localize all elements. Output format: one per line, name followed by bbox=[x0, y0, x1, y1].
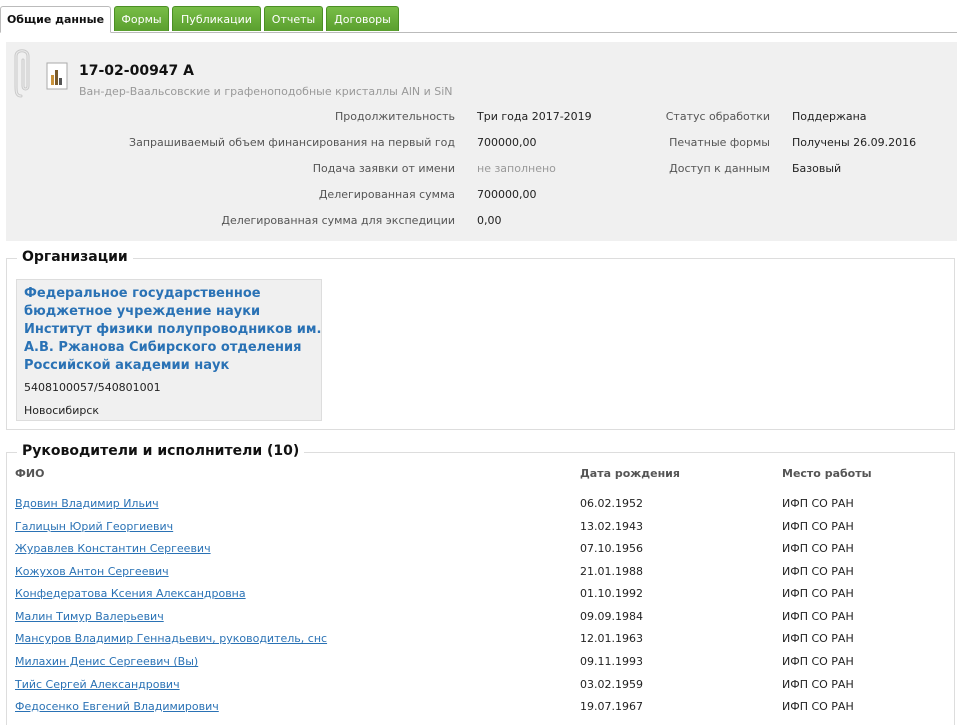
tab-bar: Общие данные Формы Публикации Отчеты Дог… bbox=[0, 6, 957, 33]
table-row: Мансуров Владимир Геннадьевич, руководит… bbox=[7, 632, 954, 654]
person-birth-date: 21.01.1988 bbox=[580, 565, 643, 578]
project-title: Ван-дер-Ваальсовские и графеноподобные к… bbox=[79, 85, 453, 98]
person-workplace: ИФП СО РАН bbox=[782, 610, 854, 623]
person-workplace: ИФП СО РАН bbox=[782, 520, 854, 533]
delegated-sum-label: Делегированная сумма bbox=[318, 188, 455, 201]
print-forms-value: Получены 26.09.2016 bbox=[792, 136, 917, 149]
person-name-link[interactable]: Федосенко Евгений Владимирович bbox=[15, 700, 219, 713]
duration-label: Продолжительность bbox=[335, 110, 455, 123]
table-row: Журавлев Константин Сергеевич 07.10.1956… bbox=[7, 542, 954, 564]
table-row: Конфедератова Ксения Александровна 01.10… bbox=[7, 587, 954, 609]
tab-general[interactable]: Общие данные bbox=[0, 6, 111, 33]
person-name-link[interactable]: Галицын Юрий Георгиевич bbox=[15, 520, 173, 533]
person-birth-date: 09.09.1984 bbox=[580, 610, 643, 623]
tab-reports[interactable]: Отчеты bbox=[264, 6, 323, 31]
person-workplace: ИФП СО РАН bbox=[782, 655, 854, 668]
status-value: Поддержана bbox=[792, 110, 867, 123]
person-name-link[interactable]: Вдовин Владимир Ильич bbox=[15, 497, 159, 510]
table-row: Тийс Сергей Александрович 03.02.1959 ИФП… bbox=[7, 678, 954, 700]
organizations-title: Организации bbox=[17, 249, 133, 265]
access-value: Базовый bbox=[792, 162, 842, 175]
person-birth-date: 12.01.1963 bbox=[580, 632, 643, 645]
tab-contracts[interactable]: Договоры bbox=[326, 6, 399, 31]
print-forms-label: Печатные формы bbox=[669, 136, 770, 149]
table-row: Вдовин Владимир Ильич 06.02.1952 ИФП СО … bbox=[7, 497, 954, 519]
status-label: Статус обработки bbox=[665, 110, 770, 123]
expedition-sum-label: Делегированная сумма для экспедиции bbox=[221, 214, 455, 227]
people-section: Руководители и исполнители (10) ФИО Дата… bbox=[6, 443, 955, 725]
organizations-section: Организации Федеральное государственное … bbox=[6, 249, 955, 430]
column-header-name: ФИО bbox=[15, 467, 45, 480]
person-name-link[interactable]: Конфедератова Ксения Александровна bbox=[15, 587, 246, 600]
project-info-panel: 17-02-00947 А Ван-дер-Ваальсовские и гра… bbox=[6, 42, 957, 241]
applicant-value: не заполнено bbox=[477, 162, 556, 175]
project-number: 17-02-00947 А bbox=[79, 63, 195, 79]
person-workplace: ИФП СО РАН bbox=[782, 587, 854, 600]
column-header-birth: Дата рождения bbox=[580, 467, 680, 480]
person-name-link[interactable]: Кожухов Антон Сергеевич bbox=[15, 565, 169, 578]
person-workplace: ИФП СО РАН bbox=[782, 565, 854, 578]
person-name-link[interactable]: Милахин Денис Сергеевич (Вы) bbox=[15, 655, 198, 668]
tab-publications[interactable]: Публикации bbox=[172, 6, 261, 31]
column-header-work: Место работы bbox=[782, 467, 872, 480]
organization-city: Новосибирск bbox=[24, 404, 100, 417]
document-icon bbox=[46, 62, 68, 90]
table-row: Кожухов Антон Сергеевич 21.01.1988 ИФП С… bbox=[7, 565, 954, 587]
person-name-link[interactable]: Мансуров Владимир Геннадьевич, руководит… bbox=[15, 632, 327, 645]
expedition-sum-value: 0,00 bbox=[477, 214, 502, 227]
person-birth-date: 09.11.1993 bbox=[580, 655, 643, 668]
person-birth-date: 01.10.1992 bbox=[580, 587, 643, 600]
person-workplace: ИФП СО РАН bbox=[782, 542, 854, 555]
person-birth-date: 06.02.1952 bbox=[580, 497, 643, 510]
funding-label: Запрашиваемый объем финансирования на пе… bbox=[129, 136, 455, 149]
organization-card: Федеральное государственное бюджетное уч… bbox=[16, 279, 322, 421]
organization-inn: 5408100057/540801001 bbox=[24, 381, 161, 394]
person-name-link[interactable]: Журавлев Константин Сергеевич bbox=[15, 542, 211, 555]
access-label: Доступ к данным bbox=[669, 162, 770, 175]
person-workplace: ИФП СО РАН bbox=[782, 632, 854, 645]
applicant-label: Подача заявки от имени bbox=[312, 162, 455, 175]
people-title: Руководители и исполнители (10) bbox=[17, 443, 305, 459]
person-birth-date: 07.10.1956 bbox=[580, 542, 643, 555]
person-birth-date: 19.07.1967 bbox=[580, 700, 643, 713]
table-row: Милахин Денис Сергеевич (Вы) 09.11.1993 … bbox=[7, 655, 954, 677]
table-row: Галицын Юрий Георгиевич 13.02.1943 ИФП С… bbox=[7, 520, 954, 542]
person-name-link[interactable]: Малин Тимур Валерьевич bbox=[15, 610, 164, 623]
person-birth-date: 13.02.1943 bbox=[580, 520, 643, 533]
table-row: Малин Тимур Валерьевич 09.09.1984 ИФП СО… bbox=[7, 610, 954, 632]
person-birth-date: 03.02.1959 bbox=[580, 678, 643, 691]
organization-name-link[interactable]: Федеральное государственное бюджетное уч… bbox=[24, 285, 324, 375]
person-name-link[interactable]: Тийс Сергей Александрович bbox=[15, 678, 180, 691]
duration-value: Три года 2017-2019 bbox=[477, 110, 592, 123]
delegated-sum-value: 700000,00 bbox=[477, 188, 537, 201]
tab-divider bbox=[0, 32, 957, 33]
funding-value: 700000,00 bbox=[477, 136, 537, 149]
person-workplace: ИФП СО РАН bbox=[782, 678, 854, 691]
person-workplace: ИФП СО РАН bbox=[782, 700, 854, 713]
table-row: Федосенко Евгений Владимирович 19.07.196… bbox=[7, 700, 954, 722]
tab-forms[interactable]: Формы bbox=[114, 6, 169, 31]
paperclip-icon bbox=[14, 49, 30, 98]
person-workplace: ИФП СО РАН bbox=[782, 497, 854, 510]
